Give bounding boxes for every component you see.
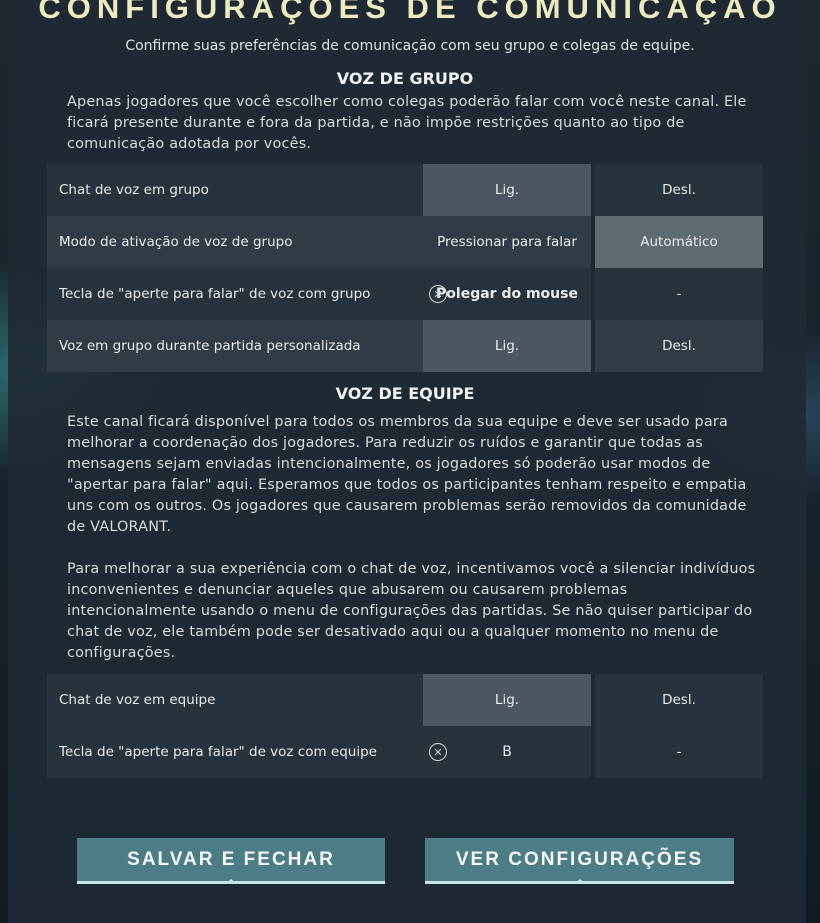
setting-label: Modo de ativação de voz de grupo [47, 216, 423, 268]
group-voice-chat-off-button[interactable]: Desl. [595, 164, 763, 216]
team-voice-chat-on-button[interactable]: Lig. [423, 674, 591, 726]
custom-match-voice-on-button[interactable]: Lig. [423, 320, 591, 372]
team-voice-description: Este canal ficará disponível para todos … [67, 414, 747, 535]
setting-label: Tecla de "aperte para falar" de voz com … [47, 726, 423, 778]
group-voice-description: Apenas jogadores que você escolher como … [67, 94, 747, 152]
setting-row-team-ptt-key: Tecla de "aperte para falar" de voz com … [47, 726, 764, 778]
setting-row-group-voice-chat: Chat de voz em grupo Lig. Desl. [47, 164, 764, 216]
team-ptt-keybind[interactable]: ✕ B [423, 726, 591, 778]
group-voice-settings-table: Chat de voz em grupo Lig. Desl. Modo de … [47, 164, 764, 372]
team-voice-title: VOZ DE EQUIPE [335, 384, 475, 403]
page-title: CONFIGURAÇÕES DE COMUNICAÇÃO [38, 0, 782, 25]
custom-match-voice-off-button[interactable]: Desl. [595, 320, 763, 372]
x-circle-icon[interactable]: ✕ [429, 743, 447, 761]
group-ptt-keybind[interactable]: ✕ Polegar do mouse [423, 268, 591, 320]
view-settings-button[interactable]: VER CONFIGURAÇÕES [425, 838, 734, 884]
save-and-close-button[interactable]: SALVAR E FECHAR [77, 838, 385, 884]
setting-label: Voz em grupo durante partida personaliza… [47, 320, 423, 372]
keybind-value: Polegar do mouse [436, 286, 578, 302]
group-voice-chat-on-button[interactable]: Lig. [423, 164, 591, 216]
setting-label: Chat de voz em grupo [47, 164, 423, 216]
group-ptt-secondary-keybind[interactable]: - [595, 268, 763, 320]
keybind-value: B [502, 744, 512, 760]
automatic-activation-button[interactable]: Automático [595, 216, 763, 268]
team-voice-description-2: Para melhorar a sua experiência com o ch… [67, 561, 756, 661]
setting-label: Chat de voz em equipe [47, 674, 423, 726]
setting-row-group-ptt-key: Tecla de "aperte para falar" de voz com … [47, 268, 764, 320]
team-voice-settings-table: Chat de voz em equipe Lig. Desl. Tecla d… [47, 674, 764, 778]
setting-label: Tecla de "aperte para falar" de voz com … [47, 268, 423, 320]
x-circle-icon[interactable]: ✕ [429, 285, 447, 303]
button-notch [225, 879, 237, 884]
view-settings-label: VER CONFIGURAÇÕES [455, 848, 704, 870]
group-voice-title: VOZ DE GRUPO [336, 69, 474, 88]
team-voice-chat-off-button[interactable]: Desl. [595, 674, 763, 726]
team-ptt-secondary-keybind[interactable]: - [595, 726, 763, 778]
page-subtitle: Confirme suas preferências de comunicaçã… [125, 38, 695, 54]
push-to-talk-button[interactable]: Pressionar para falar [423, 216, 591, 268]
setting-row-group-voice-activation: Modo de ativação de voz de grupo Pressio… [47, 216, 764, 268]
setting-row-group-voice-custom-match: Voz em grupo durante partida personaliza… [47, 320, 764, 372]
save-and-close-label: SALVAR E FECHAR [127, 848, 335, 870]
setting-row-team-voice-chat: Chat de voz em equipe Lig. Desl. [47, 674, 764, 726]
button-notch [573, 879, 586, 884]
